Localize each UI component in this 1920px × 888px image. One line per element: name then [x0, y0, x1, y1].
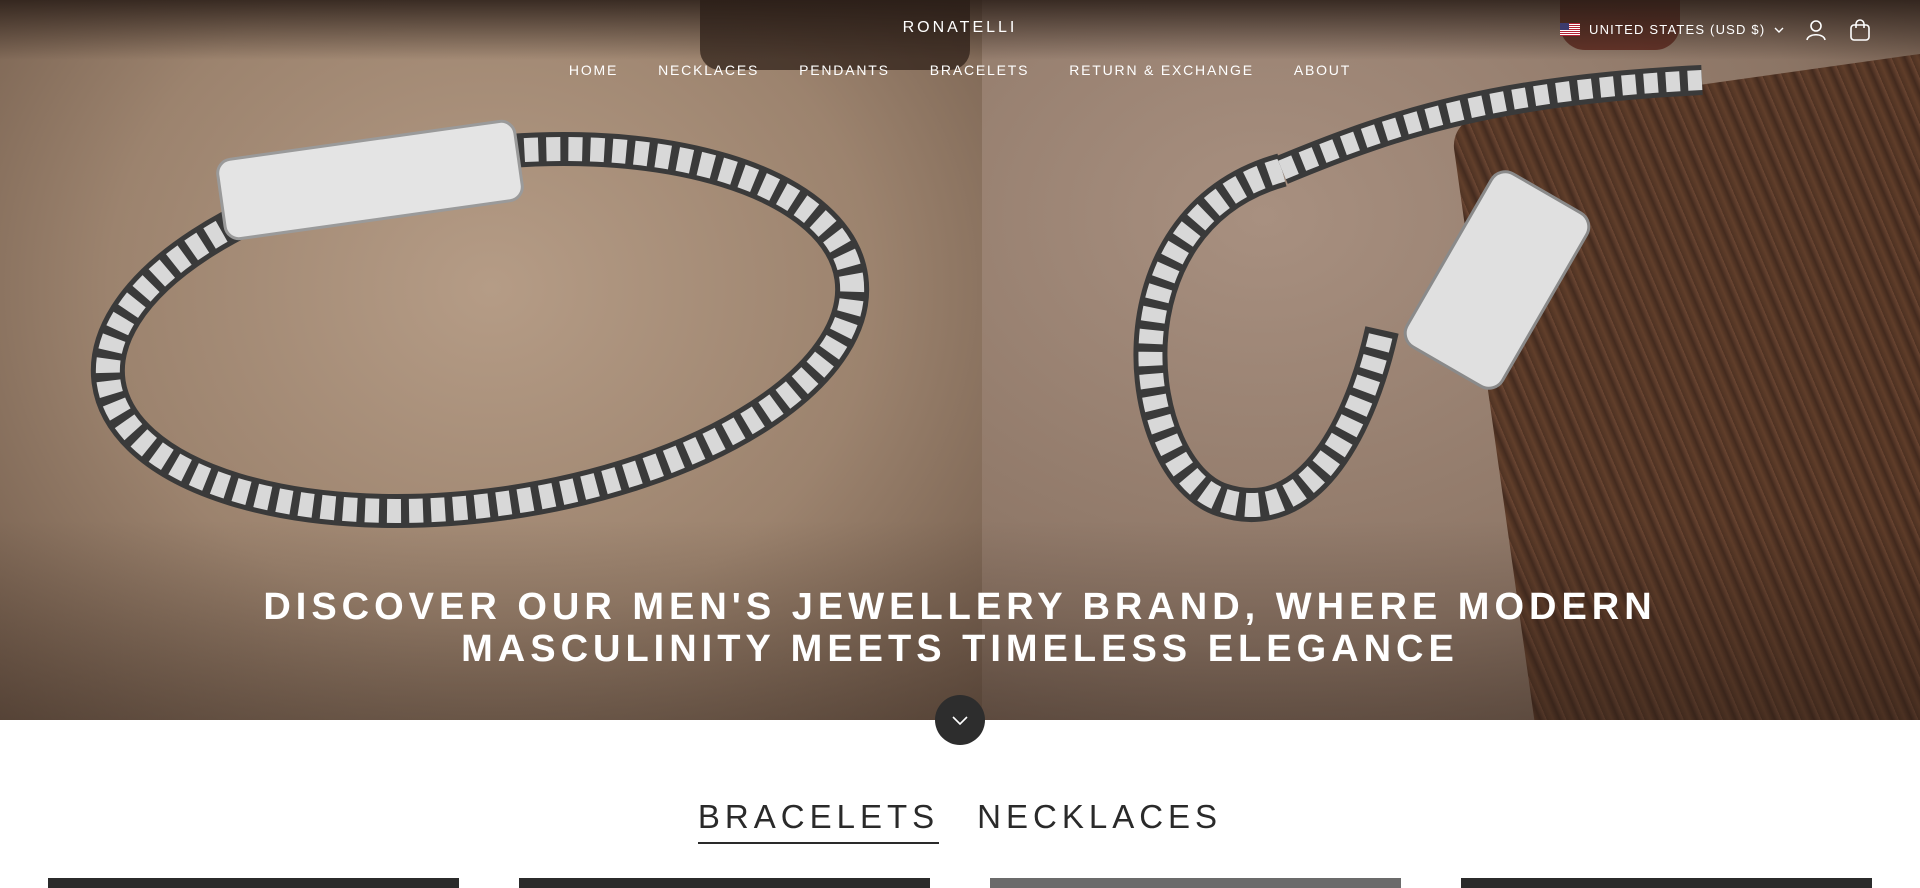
- us-flag-icon: [1560, 23, 1580, 36]
- cart-icon[interactable]: [1848, 18, 1872, 42]
- hero-title-line-1: DISCOVER OUR MEN'S JEWELLERY BRAND, WHER…: [263, 586, 1657, 628]
- scroll-down-button[interactable]: [935, 695, 985, 745]
- country-selector-label: UNITED STATES (USD $): [1589, 22, 1766, 37]
- account-icon[interactable]: [1804, 18, 1828, 42]
- collection-tabs: BRACELETS NECKLACES: [0, 798, 1920, 844]
- product-card[interactable]: [519, 878, 930, 888]
- chevron-down-icon: [1774, 27, 1784, 33]
- nav-bracelets[interactable]: BRACELETS: [930, 62, 1029, 78]
- country-selector[interactable]: UNITED STATES (USD $): [1560, 22, 1784, 37]
- nav-necklaces[interactable]: NECKLACES: [658, 62, 759, 78]
- tab-necklaces[interactable]: NECKLACES: [977, 798, 1222, 844]
- product-card[interactable]: [48, 878, 459, 888]
- nav-return-exchange[interactable]: RETURN & EXCHANGE: [1069, 62, 1254, 78]
- nav-home[interactable]: HOME: [569, 62, 618, 78]
- tab-bracelets[interactable]: BRACELETS: [697, 798, 940, 844]
- nav-about[interactable]: ABOUT: [1294, 62, 1351, 78]
- nav-pendants[interactable]: PENDANTS: [799, 62, 890, 78]
- chevron-down-icon: [952, 715, 968, 725]
- hero-banner: RONATELLI HOME NECKLACES PENDANTS BRACEL…: [0, 0, 1920, 720]
- product-card[interactable]: [1461, 878, 1872, 888]
- main-nav: HOME NECKLACES PENDANTS BRACELETS RETURN…: [0, 62, 1920, 78]
- hero-title-line-2: MASCULINITY MEETS TIMELESS ELEGANCE: [461, 628, 1459, 670]
- product-card[interactable]: [990, 878, 1401, 888]
- hero-title: DISCOVER OUR MEN'S JEWELLERY BRAND, WHER…: [0, 586, 1920, 670]
